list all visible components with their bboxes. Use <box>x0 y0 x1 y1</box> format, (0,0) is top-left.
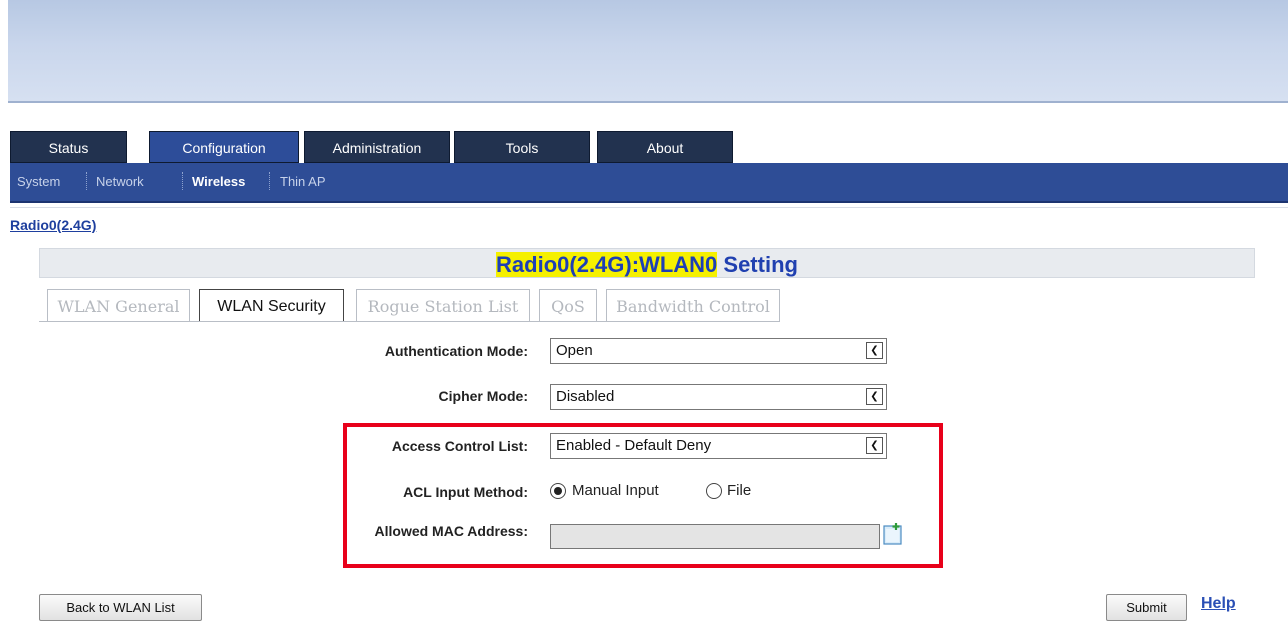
tab-tools[interactable]: Tools <box>454 131 590 163</box>
help-link[interactable]: Help <box>1201 595 1236 613</box>
tab-about[interactable]: About <box>597 131 733 163</box>
subnav-divider <box>86 172 87 190</box>
auth-mode-select[interactable]: Open ❮ <box>550 338 887 364</box>
cipher-mode-value: Disabled <box>556 388 615 405</box>
subnav-item-system[interactable]: System <box>17 174 60 189</box>
subtab-wlan-general[interactable]: WLAN General <box>47 289 190 322</box>
page-title-bar: Radio0(2.4G):WLAN0 Setting <box>39 248 1255 278</box>
tab-administration[interactable]: Administration <box>304 131 450 163</box>
subtab-rogue-station-list[interactable]: Rogue Station List <box>356 289 530 322</box>
tab-configuration[interactable]: Configuration <box>149 131 299 163</box>
subnav-divider <box>182 172 183 190</box>
breadcrumb-link[interactable]: Radio0(2.4G) <box>10 217 96 233</box>
subtab-baseline <box>39 321 780 322</box>
auth-mode-value: Open <box>556 342 593 359</box>
back-to-wlan-list-button[interactable]: Back to WLAN List <box>39 594 202 621</box>
submit-button[interactable]: Submit <box>1106 594 1187 621</box>
subnav-divider <box>269 172 270 190</box>
chevron-down-icon: ❮ <box>866 342 883 359</box>
page-title-suffix: Setting <box>717 252 798 277</box>
header-banner <box>8 0 1288 103</box>
subnav-item-network[interactable]: Network <box>96 174 144 189</box>
highlight-box <box>343 423 943 568</box>
page-title: Radio0(2.4G):WLAN0 Setting <box>40 252 1254 278</box>
main-nav: Status Configuration Administration Tool… <box>10 131 1288 163</box>
subnav-item-thin-ap[interactable]: Thin AP <box>280 174 326 189</box>
cipher-mode-select[interactable]: Disabled ❮ <box>550 384 887 410</box>
subtab-wlan-security[interactable]: WLAN Security <box>199 289 344 322</box>
tab-status[interactable]: Status <box>10 131 127 163</box>
page-title-highlight: Radio0(2.4G):WLAN0 <box>496 252 718 277</box>
auth-mode-label: Authentication Mode: <box>384 343 528 359</box>
subtab-bandwidth-control[interactable]: Bandwidth Control <box>606 289 780 322</box>
cipher-mode-label: Cipher Mode: <box>438 388 528 404</box>
subnav-item-wireless[interactable]: Wireless <box>192 174 245 189</box>
content-divider <box>10 207 1288 208</box>
subtab-qos[interactable]: QoS <box>539 289 597 322</box>
sub-nav: System Network Wireless Thin AP <box>10 163 1288 203</box>
chevron-down-icon: ❮ <box>866 388 883 405</box>
